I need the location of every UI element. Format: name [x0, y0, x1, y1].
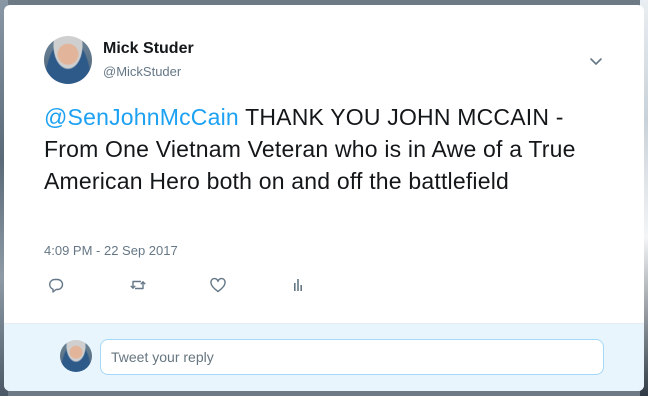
reply-icon[interactable] [46, 275, 66, 295]
tweet-card: Mick Studer @MickStuder @SenJohnMcCain T… [4, 5, 644, 323]
tweet-modal: Mick Studer @MickStuder @SenJohnMcCain T… [4, 5, 644, 391]
analytics-icon[interactable] [288, 275, 308, 295]
chevron-down-icon[interactable] [588, 55, 604, 67]
tweet-text: @SenJohnMcCain THANK YOU JOHN MCCAIN - F… [44, 101, 614, 197]
user-name[interactable]: Mick Studer [103, 40, 194, 58]
reply-input[interactable] [100, 339, 604, 375]
mention-link[interactable]: @SenJohnMcCain [44, 104, 239, 130]
timestamp[interactable]: 4:09 PM - 22 Sep 2017 [44, 243, 178, 258]
user-handle[interactable]: @MickStuder [103, 64, 181, 79]
like-icon[interactable] [208, 275, 228, 295]
reply-avatar [60, 340, 92, 372]
retweet-icon[interactable] [128, 275, 148, 295]
reply-bar [4, 324, 644, 391]
avatar[interactable] [44, 36, 92, 84]
